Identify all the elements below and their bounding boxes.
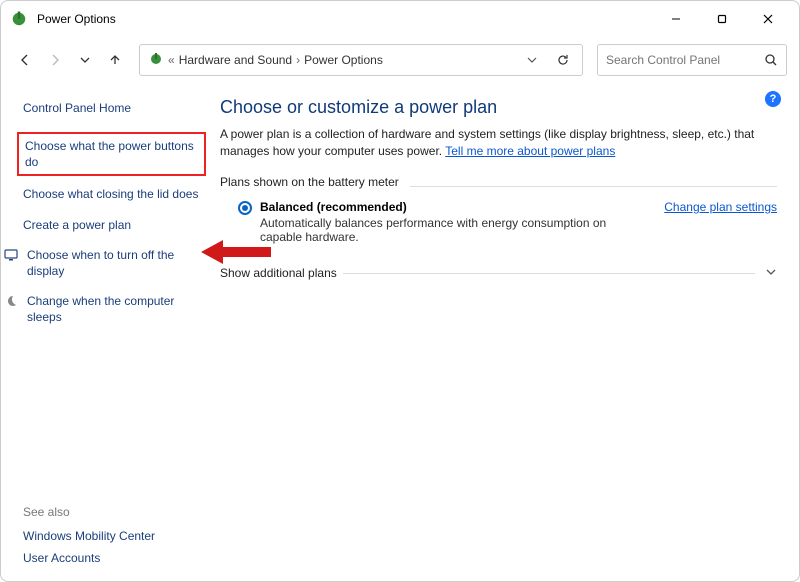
control-panel-icon [148, 51, 164, 70]
learn-more-link[interactable]: Tell me more about power plans [445, 144, 615, 158]
sidebar-link-label: Choose what closing the lid does [23, 186, 198, 202]
page-heading: Choose or customize a power plan [220, 97, 777, 118]
page-description: A power plan is a collection of hardware… [220, 126, 777, 161]
show-more-label: Show additional plans [220, 266, 337, 280]
show-additional-plans[interactable]: Show additional plans [220, 266, 777, 281]
content: Choose or customize a power plan A power… [206, 83, 799, 581]
sidebar: Control Panel Home Choose what the power… [1, 83, 206, 581]
breadcrumb-root-chevron[interactable]: « [168, 53, 175, 67]
sidebar-link-label: Choose when to turn off the display [27, 247, 200, 279]
chevron-down-icon [765, 266, 777, 281]
window: Power Options « Hardware and Sound › Pow… [0, 0, 800, 582]
plan-name: Balanced (recommended) [260, 200, 648, 214]
search-input[interactable] [606, 53, 764, 67]
footer-link-mobility[interactable]: Windows Mobility Center [17, 525, 206, 547]
sidebar-link-turn-off-display[interactable]: Choose when to turn off the display [17, 243, 206, 283]
maximize-button[interactable] [699, 4, 745, 34]
address-bar[interactable]: « Hardware and Sound › Power Options [139, 44, 583, 76]
plan-radio-balanced[interactable] [238, 201, 252, 215]
toolbar: « Hardware and Sound › Power Options [1, 37, 799, 83]
search-icon[interactable] [764, 53, 778, 67]
sidebar-link-power-buttons[interactable]: Choose what the power buttons do [17, 132, 206, 176]
forward-button[interactable] [43, 48, 67, 72]
sidebar-link-closing-lid[interactable]: Choose what closing the lid does [17, 182, 206, 206]
breadcrumb-level2[interactable]: Power Options [304, 53, 383, 67]
minimize-button[interactable] [653, 4, 699, 34]
moon-icon [3, 293, 19, 309]
refresh-button[interactable] [552, 49, 574, 71]
app-icon [9, 9, 29, 29]
back-button[interactable] [13, 48, 37, 72]
control-panel-home-link[interactable]: Control Panel Home [23, 101, 206, 115]
see-also-label: See also [17, 505, 206, 525]
sidebar-link-label: Choose what the power buttons do [25, 138, 198, 170]
search-box[interactable] [597, 44, 787, 76]
sidebar-link-label: Create a power plan [23, 217, 131, 233]
breadcrumb-level1[interactable]: Hardware and Sound [179, 53, 292, 67]
show-more-divider [343, 273, 755, 274]
recent-dropdown-button[interactable] [73, 48, 97, 72]
section-divider [410, 186, 777, 187]
up-button[interactable] [103, 48, 127, 72]
change-plan-settings-link[interactable]: Change plan settings [664, 200, 777, 214]
address-dropdown-button[interactable] [520, 48, 544, 72]
close-button[interactable] [745, 4, 791, 34]
display-icon [3, 247, 19, 263]
sidebar-link-computer-sleeps[interactable]: Change when the computer sleeps [17, 289, 206, 329]
sidebar-link-label: Change when the computer sleeps [27, 293, 200, 325]
sidebar-link-create-plan[interactable]: Create a power plan [17, 213, 206, 237]
chevron-right-icon: › [296, 53, 300, 67]
footer-link-accounts[interactable]: User Accounts [17, 547, 206, 569]
window-controls [653, 4, 791, 34]
plan-desc: Automatically balances performance with … [260, 216, 648, 244]
body: ? Control Panel Home Choose what the pow… [1, 83, 799, 581]
titlebar: Power Options [1, 1, 799, 37]
window-title: Power Options [37, 12, 653, 26]
plan-row-balanced: Balanced (recommended) Automatically bal… [220, 196, 777, 244]
plans-section: Plans shown on the battery meter Balance… [220, 175, 777, 244]
